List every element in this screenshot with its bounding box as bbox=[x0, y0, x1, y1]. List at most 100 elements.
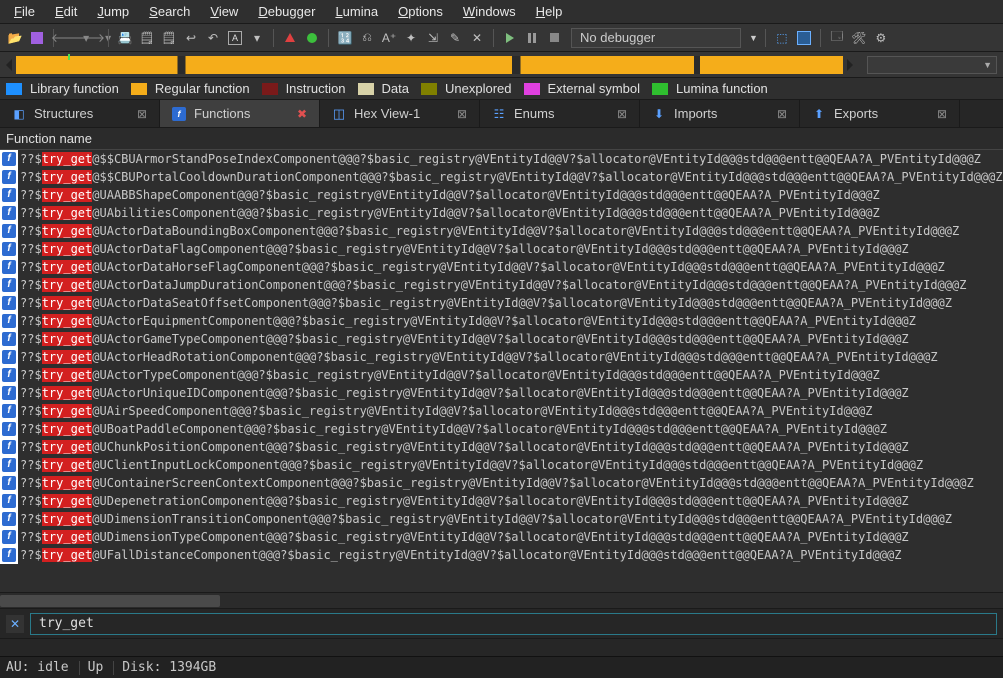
tab-hex-view-1[interactable]: ◫Hex View-1⊠ bbox=[320, 100, 480, 127]
play-icon[interactable] bbox=[501, 29, 519, 47]
tool-icon[interactable]: 📇 bbox=[116, 29, 134, 47]
tool-icon[interactable]: A⁺ bbox=[380, 29, 398, 47]
function-row[interactable]: f??$try_get@UBoatPaddleComponent@@@?$bas… bbox=[0, 420, 1003, 438]
legend-swatch bbox=[524, 83, 540, 95]
refresh-icon[interactable]: ↩ bbox=[182, 29, 200, 47]
list-header-function-name[interactable]: Function name bbox=[0, 128, 1003, 150]
horizontal-scrollbar[interactable] bbox=[0, 592, 1003, 608]
function-row[interactable]: f??$try_get@$$CBUArmorStandPoseIndexComp… bbox=[0, 150, 1003, 168]
function-row[interactable]: f??$try_get@UActorGameTypeComponent@@@?$… bbox=[0, 330, 1003, 348]
separator bbox=[493, 29, 494, 47]
tab-close-icon[interactable]: ⊠ bbox=[617, 107, 627, 121]
menu-jump[interactable]: Jump bbox=[87, 2, 139, 21]
tool-icon[interactable]: 🔢 bbox=[336, 29, 354, 47]
menu-edit[interactable]: Edit bbox=[45, 2, 87, 21]
function-row[interactable]: f??$try_get@UActorUniqueIDComponent@@@?$… bbox=[0, 384, 1003, 402]
function-row[interactable]: f??$try_get@UClientInputLockComponent@@@… bbox=[0, 456, 1003, 474]
function-row[interactable]: f??$try_get@UAbilitiesComponent@@@?$basi… bbox=[0, 204, 1003, 222]
function-icon: f bbox=[0, 186, 18, 204]
tool-icon[interactable]: ✎ bbox=[446, 29, 464, 47]
text-mode-icon[interactable]: A bbox=[226, 29, 244, 47]
menu-view[interactable]: View bbox=[200, 2, 248, 21]
scrollbar-thumb[interactable] bbox=[0, 595, 220, 607]
function-row[interactable]: f??$try_get@UActorHeadRotationComponent@… bbox=[0, 348, 1003, 366]
tab-close-icon[interactable]: ✖ bbox=[297, 107, 307, 121]
tool-icon[interactable]: ⇲ bbox=[424, 29, 442, 47]
function-row[interactable]: f??$try_get@UActorDataJumpDurationCompon… bbox=[0, 276, 1003, 294]
overview-scroll-right-icon[interactable] bbox=[847, 59, 853, 71]
tab-close-icon[interactable]: ⊠ bbox=[937, 107, 947, 121]
tool-icon[interactable]: 🛠 bbox=[850, 29, 868, 47]
overview-scroll-left-icon[interactable] bbox=[6, 59, 12, 71]
function-icon: f bbox=[0, 204, 18, 222]
clear-filter-button[interactable]: ✕ bbox=[6, 615, 24, 633]
function-row[interactable]: f??$try_get@UActorDataSeatOffsetComponen… bbox=[0, 294, 1003, 312]
tab-close-icon[interactable]: ⊠ bbox=[137, 107, 147, 121]
function-row[interactable]: f??$try_get@UActorTypeComponent@@@?$basi… bbox=[0, 366, 1003, 384]
tool-icon[interactable]: 🗔 bbox=[828, 29, 846, 47]
function-row[interactable]: f??$try_get@UAABBShapeComponent@@@?$basi… bbox=[0, 186, 1003, 204]
function-icon: f bbox=[0, 150, 18, 168]
undo-icon[interactable]: ↶ bbox=[204, 29, 222, 47]
tool-icon[interactable]: ⬚ bbox=[773, 29, 791, 47]
status-disk: Disk: 1394GB bbox=[122, 660, 226, 675]
dropdown-icon[interactable]: ▾ bbox=[248, 29, 266, 47]
function-row[interactable]: f??$try_get@UDepenetrationComponent@@@?$… bbox=[0, 492, 1003, 510]
function-icon: f bbox=[0, 330, 18, 348]
tab-functions[interactable]: fFunctions✖ bbox=[160, 100, 320, 127]
function-row[interactable]: f??$try_get@UContainerScreenContextCompo… bbox=[0, 474, 1003, 492]
overview-range-select[interactable]: ▼ bbox=[867, 56, 997, 74]
open-file-icon[interactable]: 📂 bbox=[6, 29, 24, 47]
function-row[interactable]: f??$try_get@UActorDataBoundingBoxCompone… bbox=[0, 222, 1003, 240]
overview-bar[interactable] bbox=[16, 56, 843, 74]
tab-close-icon[interactable]: ⊠ bbox=[777, 107, 787, 121]
tab-structures[interactable]: ◧Structures⊠ bbox=[0, 100, 160, 127]
tool-icon[interactable]: ✦ bbox=[402, 29, 420, 47]
tab-close-icon[interactable]: ⊠ bbox=[457, 107, 467, 121]
filter-input[interactable] bbox=[30, 613, 997, 635]
function-row[interactable]: f??$try_get@$$CBUPortalCooldownDurationC… bbox=[0, 168, 1003, 186]
status-up: Up bbox=[88, 660, 114, 675]
menu-options[interactable]: Options bbox=[388, 2, 453, 21]
function-name: ??$try_get@UActorUniqueIDComponent@@@?$b… bbox=[20, 386, 909, 400]
delete-icon[interactable]: ✕ bbox=[468, 29, 486, 47]
debugger-select[interactable]: No debugger bbox=[571, 28, 741, 48]
save-icon[interactable] bbox=[28, 29, 46, 47]
tab-enums[interactable]: ☷Enums⊠ bbox=[480, 100, 640, 127]
function-row[interactable]: f??$try_get@UAirSpeedComponent@@@?$basic… bbox=[0, 402, 1003, 420]
function-icon: f bbox=[0, 276, 18, 294]
tool-icon[interactable] bbox=[795, 29, 813, 47]
function-name: ??$try_get@UActorDataJumpDurationCompone… bbox=[20, 278, 966, 292]
scrollbar-track[interactable] bbox=[0, 595, 1003, 607]
function-name: ??$try_get@UContainerScreenContextCompon… bbox=[20, 476, 974, 490]
tool-icon[interactable]: ⎌ bbox=[358, 29, 376, 47]
stop-icon[interactable] bbox=[545, 29, 563, 47]
function-row[interactable]: f??$try_get@UActorDataFlagComponent@@@?$… bbox=[0, 240, 1003, 258]
function-list[interactable]: f??$try_get@$$CBUArmorStandPoseIndexComp… bbox=[0, 150, 1003, 592]
run-status-icon[interactable] bbox=[303, 29, 321, 47]
tab-label: Exports bbox=[834, 106, 878, 121]
pause-icon[interactable] bbox=[523, 29, 541, 47]
function-icon: f bbox=[0, 312, 18, 330]
menu-help[interactable]: Help bbox=[526, 2, 573, 21]
function-row[interactable]: f??$try_get@UFallDistanceComponent@@@?$b… bbox=[0, 546, 1003, 564]
function-row[interactable]: f??$try_get@UActorEquipmentComponent@@@?… bbox=[0, 312, 1003, 330]
tool-icon[interactable]: 🗒 bbox=[160, 29, 178, 47]
function-row[interactable]: f??$try_get@UDimensionTransitionComponen… bbox=[0, 510, 1003, 528]
menu-file[interactable]: File bbox=[4, 2, 45, 21]
tool-icon[interactable]: ⚙ bbox=[872, 29, 890, 47]
breakpoint-icon[interactable] bbox=[281, 29, 299, 47]
tool-icon[interactable]: 🗒 bbox=[138, 29, 156, 47]
forward-icon[interactable]: 🡒▾ bbox=[83, 29, 101, 47]
menu-windows[interactable]: Windows bbox=[453, 2, 526, 21]
menu-debugger[interactable]: Debugger bbox=[248, 2, 325, 21]
menu-lumina[interactable]: Lumina bbox=[325, 2, 388, 21]
tab-exports[interactable]: ⬆Exports⊠ bbox=[800, 100, 960, 127]
debugger-dropdown-icon[interactable]: ▼ bbox=[749, 33, 758, 43]
function-row[interactable]: f??$try_get@UActorDataHorseFlagComponent… bbox=[0, 258, 1003, 276]
tab-imports[interactable]: ⬇Imports⊠ bbox=[640, 100, 800, 127]
legend-label: External symbol bbox=[548, 81, 640, 96]
function-row[interactable]: f??$try_get@UChunkPositionComponent@@@?$… bbox=[0, 438, 1003, 456]
function-row[interactable]: f??$try_get@UDimensionTypeComponent@@@?$… bbox=[0, 528, 1003, 546]
menu-search[interactable]: Search bbox=[139, 2, 200, 21]
